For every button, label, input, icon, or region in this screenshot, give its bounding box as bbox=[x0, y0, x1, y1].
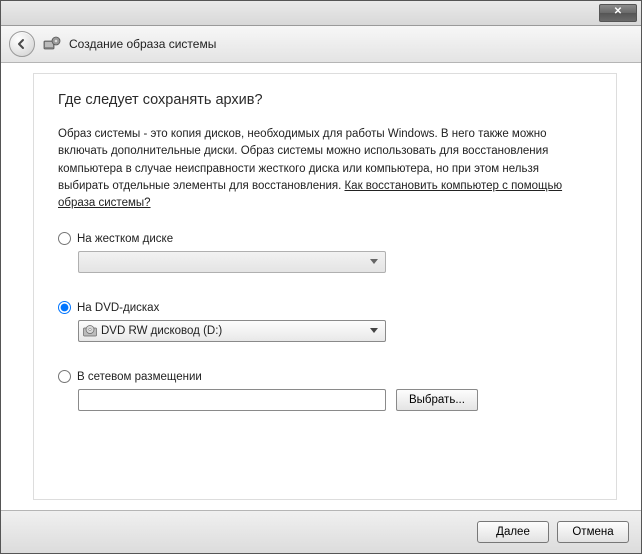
radio-network[interactable] bbox=[58, 370, 71, 383]
option-hdd-label: На жестком диске bbox=[77, 233, 173, 245]
back-button[interactable] bbox=[9, 31, 35, 57]
dvd-combo-value: DVD RW дисковод (D:) bbox=[101, 325, 222, 337]
back-arrow-icon bbox=[16, 38, 28, 50]
close-button[interactable]: ✕ bbox=[599, 4, 637, 22]
radio-dvd[interactable] bbox=[58, 301, 71, 314]
content-area: Где следует сохранять архив? Образ систе… bbox=[1, 63, 641, 510]
chevron-down-icon bbox=[365, 254, 383, 270]
network-row: Выбрать... bbox=[78, 389, 592, 411]
system-image-icon bbox=[43, 35, 61, 53]
header-bar: Создание образа системы bbox=[1, 26, 641, 63]
disc-drive-icon bbox=[83, 324, 97, 338]
footer-bar: Далее Отмена bbox=[1, 510, 641, 553]
option-dvd-label: На DVD-дисках bbox=[77, 302, 159, 314]
hdd-combo[interactable] bbox=[78, 251, 386, 273]
dvd-combo[interactable]: DVD RW дисковод (D:) bbox=[78, 320, 386, 342]
radio-hdd[interactable] bbox=[58, 232, 71, 245]
header-title: Создание образа системы bbox=[69, 37, 216, 51]
next-button[interactable]: Далее bbox=[477, 521, 549, 543]
page-heading: Где следует сохранять архив? bbox=[58, 92, 592, 108]
cancel-button[interactable]: Отмена bbox=[557, 521, 629, 543]
network-path-input[interactable] bbox=[78, 389, 386, 411]
titlebar: ✕ bbox=[1, 1, 641, 26]
page-description: Образ системы - это копия дисков, необхо… bbox=[58, 126, 592, 212]
option-dvd[interactable]: На DVD-дисках bbox=[58, 301, 592, 314]
option-network-label: В сетевом размещении bbox=[77, 371, 202, 383]
browse-button[interactable]: Выбрать... bbox=[396, 389, 478, 411]
wizard-panel: Где следует сохранять архив? Образ систе… bbox=[33, 73, 617, 500]
chevron-down-icon bbox=[365, 323, 383, 339]
wizard-window: ✕ Создание образа системы Где следует со… bbox=[0, 0, 642, 554]
option-network[interactable]: В сетевом размещении bbox=[58, 370, 592, 383]
option-hdd[interactable]: На жестком диске bbox=[58, 232, 592, 245]
